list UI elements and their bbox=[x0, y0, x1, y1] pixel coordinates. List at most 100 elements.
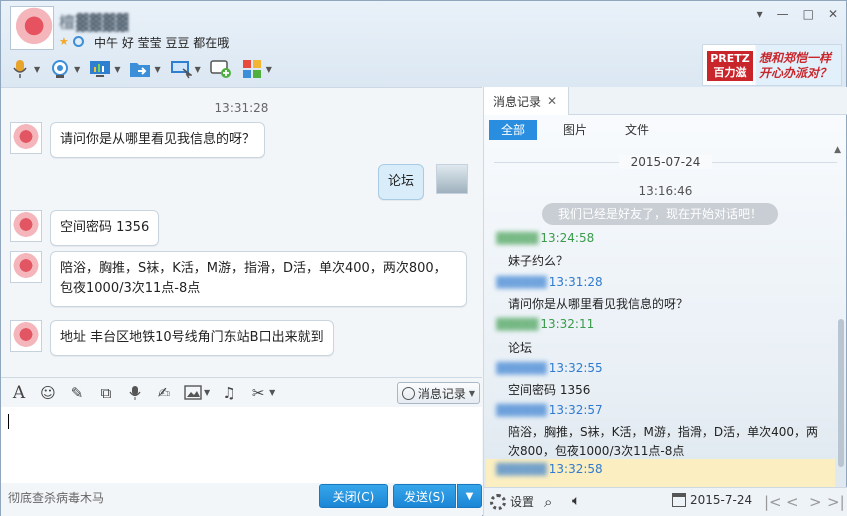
emoji-icon[interactable]: ☺ bbox=[38, 383, 58, 403]
history-tab-bar: 消息记录 ✕ bbox=[484, 87, 847, 115]
message-input[interactable] bbox=[1, 407, 482, 483]
history-entry-header: ▓▓▓▓▓ 13:24:58 bbox=[496, 231, 595, 245]
input-toolbar: A ☺ ✎ ⧉ ✍ ▼ ♫ ✂ ▼ 消息记录 ▼ bbox=[1, 377, 482, 407]
qq-status-icon[interactable] bbox=[72, 36, 84, 47]
window-header: 檀▓▓▓▓ ★ 中午 好 莹莹 豆豆 都在哦 ▾ — □ ✕ ▼ ▼ ▼ ▼ ▼… bbox=[1, 1, 846, 87]
menu-dropdown-icon[interactable]: ▾ bbox=[757, 7, 763, 21]
history-entry-header: ▓▓▓▓▓▓ 13:32:55 bbox=[496, 361, 603, 375]
contact-avatar[interactable] bbox=[10, 122, 42, 154]
history-entry-header: ▓▓▓▓▓▓ 13:32:58 bbox=[496, 462, 603, 476]
chevron-down-icon[interactable]: ▼ bbox=[266, 65, 272, 74]
apps-button[interactable]: ▼ bbox=[241, 57, 272, 81]
camera-icon bbox=[49, 59, 71, 79]
send-file-button[interactable]: ▼ bbox=[129, 57, 161, 81]
maximize-icon[interactable]: □ bbox=[803, 7, 814, 21]
date-separator: 2015-07-24 bbox=[484, 155, 847, 169]
message-bubble: 地址 丰台区地铁10号线角门东站B口出来就到 bbox=[50, 320, 334, 356]
scroll-up-icon[interactable]: ▲ bbox=[834, 145, 841, 155]
entry-time: 13:32:55 bbox=[548, 361, 603, 375]
scissors-icon[interactable]: ✂ bbox=[248, 383, 268, 403]
search-icon[interactable]: ⌕ bbox=[544, 493, 552, 511]
history-entry-text: 论坛 bbox=[508, 341, 533, 355]
filter-all[interactable]: 全部 bbox=[489, 120, 538, 140]
video-call-button[interactable]: ▼ bbox=[49, 57, 80, 81]
share-screen-button[interactable]: ▼ bbox=[170, 57, 201, 81]
chevron-down-icon[interactable]: ▼ bbox=[154, 65, 160, 74]
history-entry-text: 陪浴，胸推，S袜，K活，M游，指滑，D活，单次400，两次800，包夜1000/… bbox=[508, 425, 818, 458]
date-picker-value: 2015-7-24 bbox=[690, 493, 753, 507]
message-bubble: 空间密码 1356 bbox=[50, 210, 160, 246]
ad-brand: PRETZ 百力滋 bbox=[707, 51, 753, 81]
history-date: 2015-07-24 bbox=[618, 155, 713, 169]
chevron-down-icon[interactable]: ▼ bbox=[204, 388, 210, 397]
voice-message-icon[interactable] bbox=[125, 383, 145, 403]
close-icon[interactable]: ✕ bbox=[828, 7, 838, 21]
create-discussion-button[interactable] bbox=[210, 57, 232, 81]
status-icons: ★ bbox=[59, 35, 84, 48]
window-controls: ▾ — □ ✕ bbox=[757, 7, 838, 21]
microphone-icon bbox=[9, 59, 31, 79]
remote-desktop-button[interactable]: ▼ bbox=[89, 57, 120, 81]
close-tab-icon[interactable]: ✕ bbox=[547, 94, 557, 108]
contact-avatar[interactable] bbox=[10, 6, 54, 50]
star-icon[interactable]: ★ bbox=[59, 35, 69, 48]
minimize-icon[interactable]: — bbox=[777, 7, 789, 21]
chevron-down-icon[interactable]: ▼ bbox=[269, 388, 275, 397]
calendar-icon bbox=[672, 493, 686, 507]
screenshot-icon[interactable]: ⧉ bbox=[96, 383, 116, 403]
message-bubble: 陪浴，胸推，S袜，K活，M游，指滑，D活，单次400，两次800，包夜1000/… bbox=[50, 251, 467, 307]
send-options-button[interactable]: ▼ bbox=[457, 484, 482, 508]
screen-share-icon bbox=[170, 59, 192, 79]
chevron-down-icon[interactable]: ▼ bbox=[74, 65, 80, 74]
history-entry-header: ▓▓▓▓▓▓ 13:32:57 bbox=[496, 403, 603, 417]
date-picker[interactable]: 2015-7-24 bbox=[672, 493, 752, 507]
contact-name[interactable]: 檀▓▓▓▓ bbox=[59, 9, 129, 33]
message-history-button[interactable]: 消息记录 ▼ bbox=[396, 382, 480, 404]
contact-avatar[interactable] bbox=[10, 210, 42, 242]
gear-icon bbox=[490, 493, 506, 510]
chevron-down-icon[interactable]: ▼ bbox=[195, 65, 201, 74]
contact-avatar[interactable] bbox=[10, 251, 42, 283]
chevron-down-icon[interactable]: ▼ bbox=[34, 65, 40, 74]
edit-icon[interactable]: ✍ bbox=[154, 383, 174, 403]
music-icon[interactable]: ♫ bbox=[219, 383, 239, 403]
chat-footer: 彻底查杀病毒木马 关闭(C) 发送(S) ▼ bbox=[1, 483, 482, 516]
chevron-down-icon[interactable]: ▼ bbox=[114, 65, 120, 74]
history-scrollbar[interactable] bbox=[838, 319, 844, 467]
font-icon[interactable]: A bbox=[9, 383, 29, 403]
message-timestamp: 13:31:28 bbox=[214, 101, 269, 115]
tab-label: 消息记录 bbox=[493, 94, 542, 109]
advertisement-banner[interactable]: PRETZ 百力滋 想和郑恺一样 开心办派对？ bbox=[702, 44, 842, 86]
add-chat-icon bbox=[210, 59, 232, 79]
message-row: 陪浴，胸推，S袜，K活，M游，指滑，D活，单次400，两次800，包夜1000/… bbox=[10, 251, 467, 307]
tab-message-history[interactable]: 消息记录 ✕ bbox=[484, 87, 569, 115]
next-page-icon[interactable]: > bbox=[809, 493, 822, 511]
contact-avatar[interactable] bbox=[10, 320, 42, 352]
first-page-icon[interactable]: |< bbox=[764, 493, 782, 511]
contact-signature: 中午 好 莹莹 豆豆 都在哦 bbox=[94, 36, 230, 50]
magic-wand-icon[interactable]: ✎ bbox=[67, 383, 87, 403]
settings-button[interactable]: 设置 bbox=[490, 493, 534, 510]
entry-time: 13:31:28 bbox=[548, 275, 603, 289]
speaker-icon[interactable]: 🔈︎ bbox=[572, 493, 580, 509]
history-entry-header: ▓▓▓▓▓▓ 13:31:28 bbox=[496, 275, 603, 289]
history-entry-header: ▓▓▓▓▓ 13:32:11 bbox=[496, 317, 595, 331]
send-button[interactable]: 发送(S) bbox=[393, 484, 456, 508]
filter-images[interactable]: 图片 bbox=[551, 120, 599, 140]
entry-time: 13:32:57 bbox=[548, 403, 603, 417]
last-page-icon[interactable]: >| bbox=[827, 493, 845, 511]
prev-page-icon[interactable]: < bbox=[786, 493, 799, 511]
filter-files[interactable]: 文件 bbox=[613, 120, 661, 140]
chat-message-area[interactable]: 13:31:28 请问你是从哪里看见我信息的呀？ 论坛 空间密码 1356 陪浴… bbox=[1, 87, 482, 377]
voice-call-button[interactable]: ▼ bbox=[9, 57, 40, 81]
image-icon[interactable] bbox=[183, 383, 203, 403]
history-timestamp: 13:16:46 bbox=[638, 184, 693, 198]
header-toolbar: ▼ ▼ ▼ ▼ ▼ ▼ bbox=[9, 57, 272, 81]
self-avatar[interactable] bbox=[436, 164, 468, 194]
text-cursor bbox=[8, 414, 9, 429]
clock-icon bbox=[401, 386, 415, 400]
message-row: 请问你是从哪里看见我信息的呀？ bbox=[10, 122, 266, 158]
entry-time: 13:32:11 bbox=[540, 317, 595, 331]
close-button[interactable]: 关闭(C) bbox=[319, 484, 388, 508]
virus-scan-link[interactable]: 彻底查杀病毒木马 bbox=[8, 489, 104, 506]
